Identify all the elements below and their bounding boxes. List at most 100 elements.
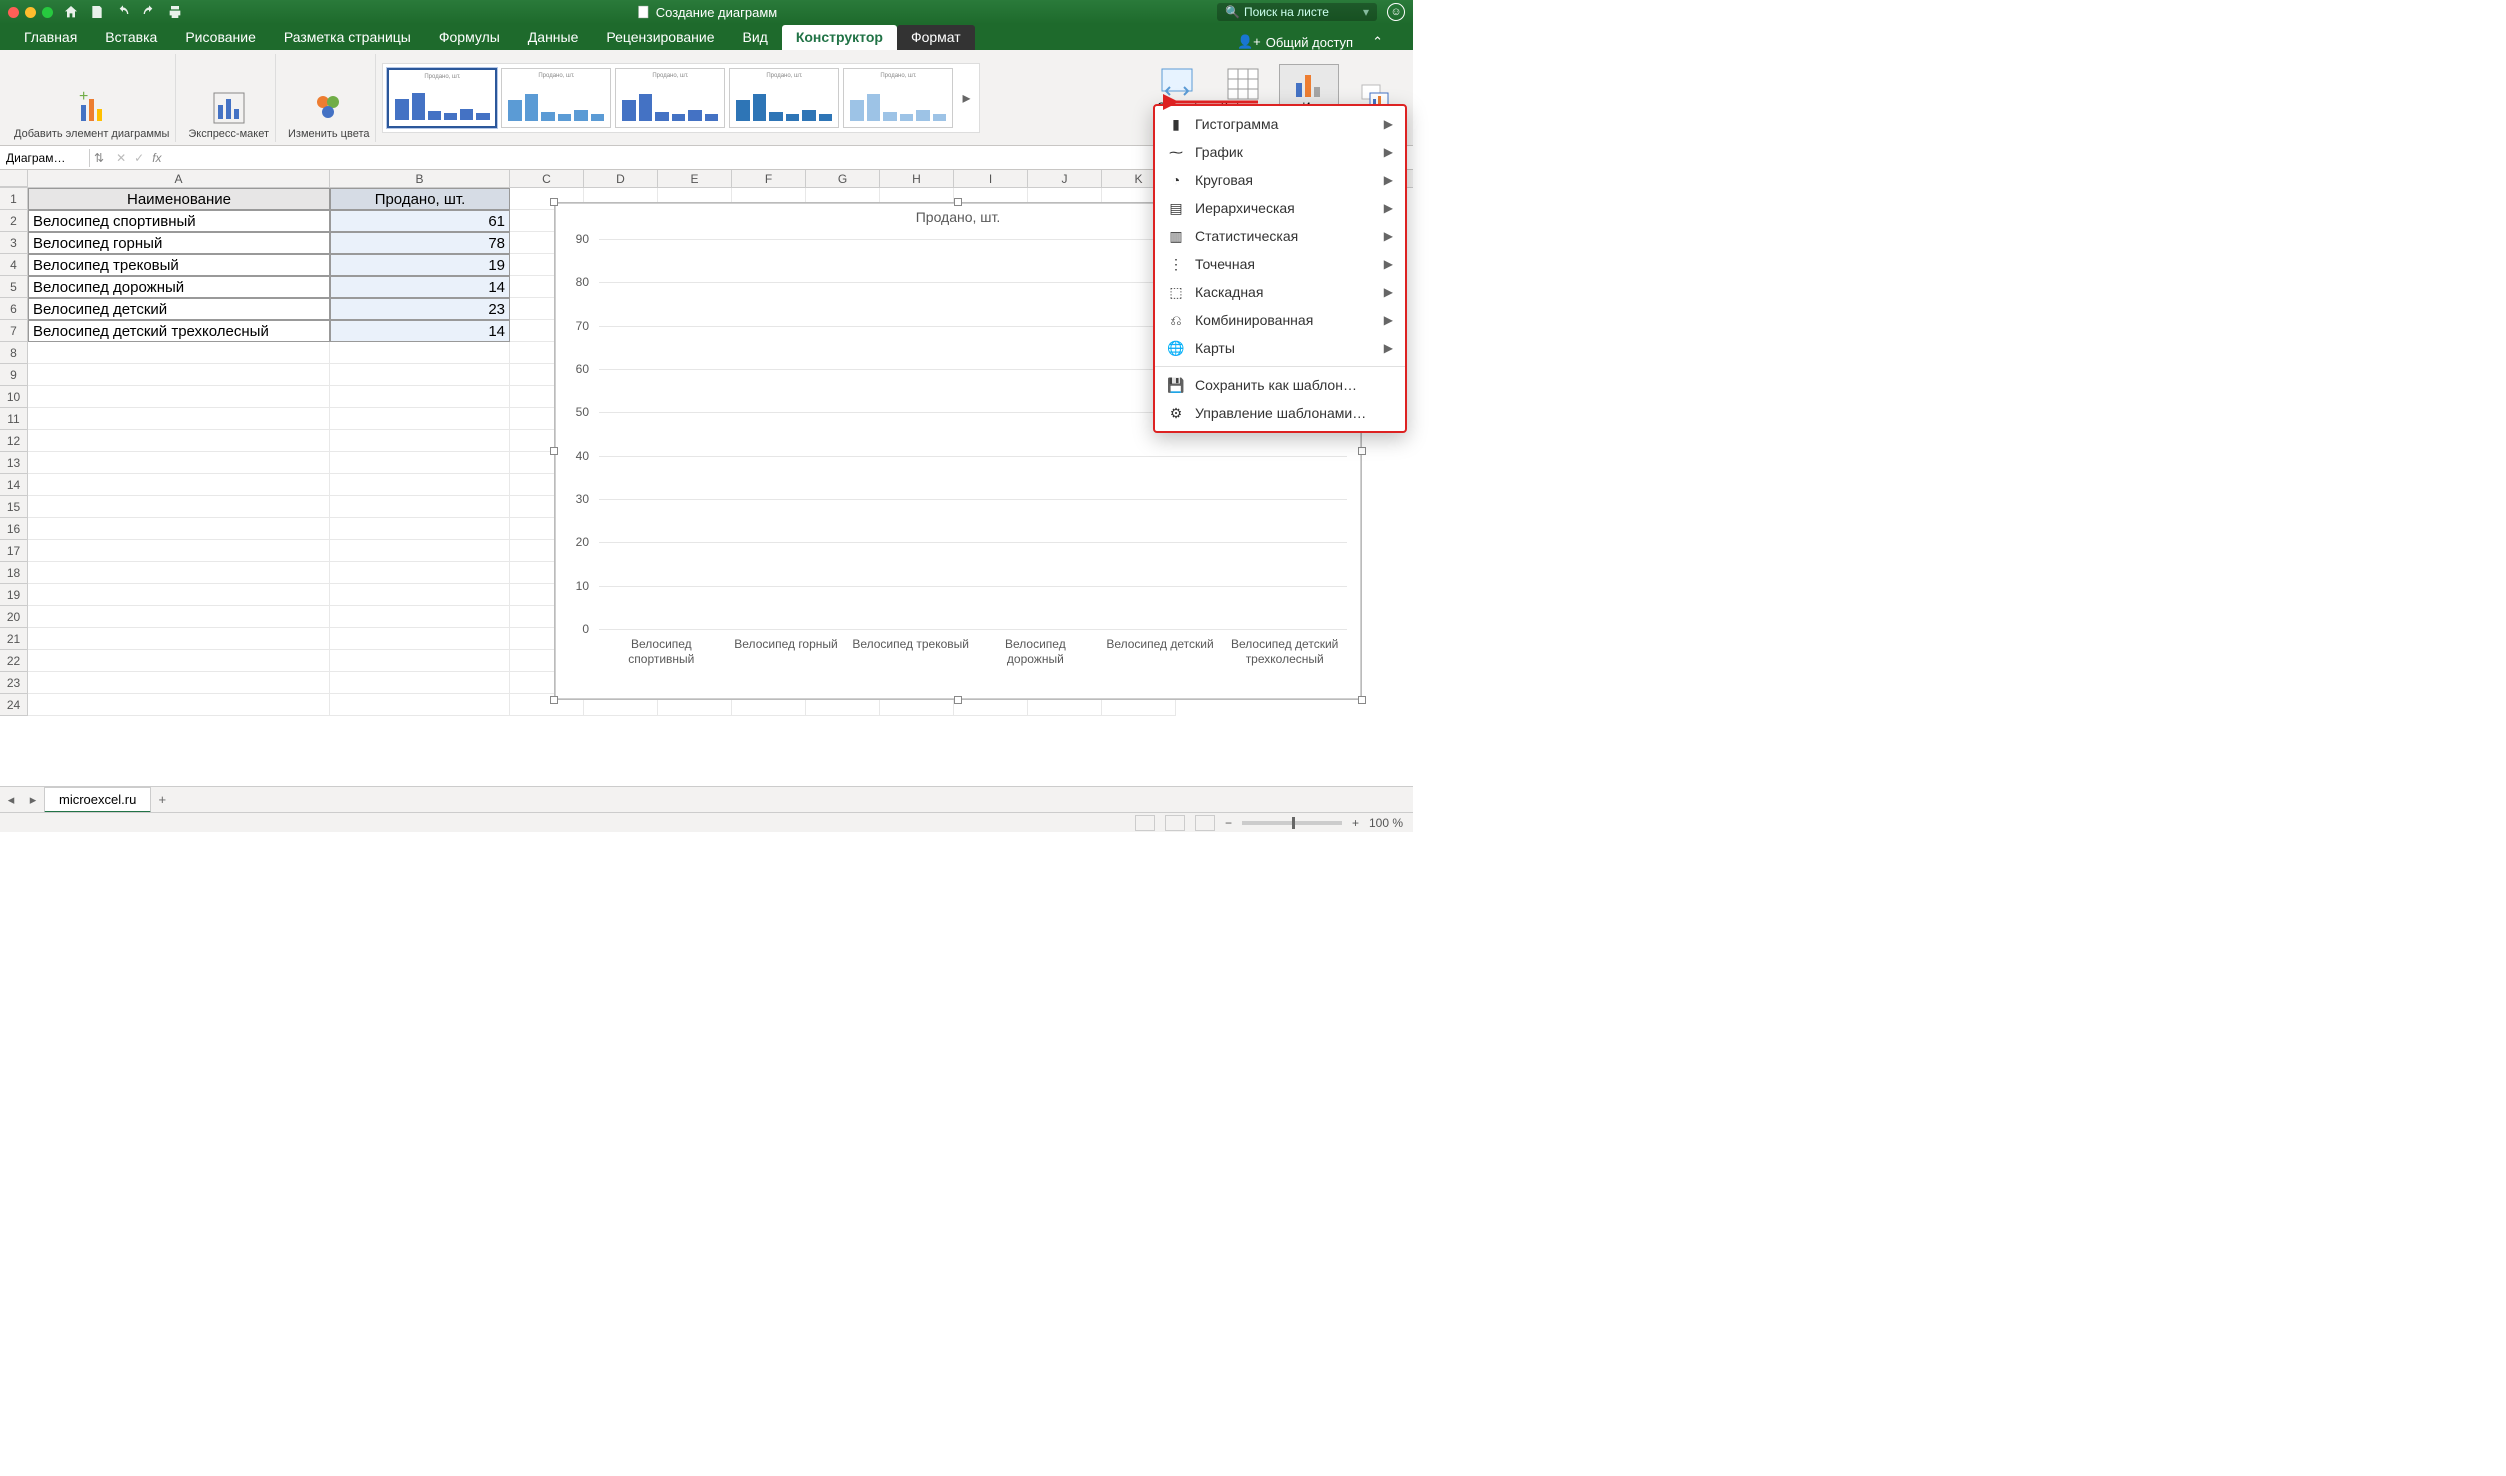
empty-cell[interactable]	[330, 584, 510, 606]
table-cell[interactable]: 19	[330, 254, 510, 276]
undo-icon[interactable]	[115, 4, 131, 20]
table-cell[interactable]: Велосипед детский	[28, 298, 330, 320]
row-header[interactable]: 16	[0, 518, 28, 540]
minimize-window-icon[interactable]	[25, 7, 36, 18]
row-header[interactable]: 19	[0, 584, 28, 606]
column-header[interactable]: C	[510, 170, 584, 187]
row-header[interactable]: 5	[0, 276, 28, 298]
column-header[interactable]: D	[584, 170, 658, 187]
redo-icon[interactable]	[141, 4, 157, 20]
chart-type-option[interactable]: ⁓График▶	[1155, 138, 1405, 166]
row-header[interactable]: 4	[0, 254, 28, 276]
zoom-slider[interactable]	[1242, 821, 1342, 825]
zoom-in-icon[interactable]: +	[1352, 816, 1359, 830]
empty-cell[interactable]	[330, 606, 510, 628]
column-header[interactable]: B	[330, 170, 510, 187]
chart-type-option[interactable]: ⎌Комбинированная▶	[1155, 306, 1405, 334]
tab-insert[interactable]: Вставка	[91, 25, 171, 50]
chart-style-1[interactable]: Продано, шт.	[387, 68, 497, 128]
table-cell[interactable]: Велосипед спортивный	[28, 210, 330, 232]
empty-cell[interactable]	[28, 342, 330, 364]
row-header[interactable]: 11	[0, 408, 28, 430]
tab-layout[interactable]: Разметка страницы	[270, 25, 425, 50]
chart-style-3[interactable]: Продано, шт.	[615, 68, 725, 128]
row-header[interactable]: 1	[0, 188, 28, 210]
empty-cell[interactable]	[330, 694, 510, 716]
row-header[interactable]: 15	[0, 496, 28, 518]
table-cell[interactable]: 61	[330, 210, 510, 232]
empty-cell[interactable]	[330, 540, 510, 562]
column-header[interactable]: H	[880, 170, 954, 187]
empty-cell[interactable]	[330, 672, 510, 694]
empty-cell[interactable]	[330, 650, 510, 672]
chart-type-option[interactable]: ▮Гистограмма▶	[1155, 110, 1405, 138]
template-option[interactable]: ⚙Управление шаблонами…	[1155, 399, 1405, 427]
tab-view[interactable]: Вид	[729, 25, 782, 50]
print-icon[interactable]	[167, 4, 183, 20]
chart-styles-gallery[interactable]: Продано, шт. Продано, шт. Продано, шт. П…	[382, 63, 980, 133]
row-header[interactable]: 7	[0, 320, 28, 342]
column-header[interactable]: A	[28, 170, 330, 187]
column-header[interactable]: E	[658, 170, 732, 187]
add-chart-element-button[interactable]: + Добавить элемент диаграммы	[8, 54, 176, 142]
empty-cell[interactable]	[28, 628, 330, 650]
empty-cell[interactable]	[330, 452, 510, 474]
empty-cell[interactable]	[330, 408, 510, 430]
chart-type-option[interactable]: ▥Статистическая▶	[1155, 222, 1405, 250]
quick-layout-button[interactable]: Экспресс-макет	[182, 54, 276, 142]
save-icon[interactable]	[89, 4, 105, 20]
tab-data[interactable]: Данные	[514, 25, 593, 50]
empty-cell[interactable]	[28, 452, 330, 474]
close-window-icon[interactable]	[8, 7, 19, 18]
cancel-formula-icon[interactable]: ✕	[116, 151, 126, 165]
empty-cell[interactable]	[28, 672, 330, 694]
empty-cell[interactable]	[28, 386, 330, 408]
chart-style-4[interactable]: Продано, шт.	[729, 68, 839, 128]
empty-cell[interactable]	[330, 496, 510, 518]
empty-cell[interactable]	[330, 474, 510, 496]
empty-cell[interactable]	[28, 694, 330, 716]
empty-cell[interactable]	[330, 386, 510, 408]
table-cell[interactable]: Велосипед горный	[28, 232, 330, 254]
row-header[interactable]: 17	[0, 540, 28, 562]
gallery-next-icon[interactable]: ▸	[957, 68, 975, 128]
row-header[interactable]: 22	[0, 650, 28, 672]
column-header[interactable]: J	[1028, 170, 1102, 187]
table-cell[interactable]: 14	[330, 320, 510, 342]
row-header[interactable]: 8	[0, 342, 28, 364]
column-header[interactable]: G	[806, 170, 880, 187]
row-header[interactable]: 20	[0, 606, 28, 628]
empty-cell[interactable]	[28, 562, 330, 584]
empty-cell[interactable]	[28, 584, 330, 606]
empty-cell[interactable]	[28, 518, 330, 540]
empty-cell[interactable]	[330, 628, 510, 650]
collapse-ribbon-icon[interactable]: ⌃	[1372, 34, 1383, 50]
table-cell[interactable]: 78	[330, 232, 510, 254]
empty-cell[interactable]	[28, 650, 330, 672]
empty-cell[interactable]	[28, 474, 330, 496]
table-cell[interactable]: 23	[330, 298, 510, 320]
empty-cell[interactable]	[330, 364, 510, 386]
row-header[interactable]: 18	[0, 562, 28, 584]
empty-cell[interactable]	[330, 562, 510, 584]
window-controls[interactable]	[8, 7, 53, 18]
row-header[interactable]: 13	[0, 452, 28, 474]
row-header[interactable]: 24	[0, 694, 28, 716]
feedback-icon[interactable]: ☺	[1387, 3, 1405, 21]
empty-cell[interactable]	[330, 430, 510, 452]
row-header[interactable]: 14	[0, 474, 28, 496]
select-all-corner[interactable]	[0, 170, 28, 187]
page-layout-view-icon[interactable]	[1165, 815, 1185, 831]
empty-cell[interactable]	[28, 430, 330, 452]
column-header[interactable]: F	[732, 170, 806, 187]
empty-cell[interactable]	[28, 540, 330, 562]
template-option[interactable]: 💾Сохранить как шаблон…	[1155, 371, 1405, 399]
chart-type-option[interactable]: ▤Иерархическая▶	[1155, 194, 1405, 222]
tab-chart-design[interactable]: Конструктор	[782, 25, 897, 50]
tab-review[interactable]: Рецензирование	[592, 25, 728, 50]
column-header[interactable]: I	[954, 170, 1028, 187]
namebox-dropdown-icon[interactable]: ⇅	[90, 151, 108, 165]
sheet-tab[interactable]: microexcel.ru	[44, 787, 151, 813]
page-break-view-icon[interactable]	[1195, 815, 1215, 831]
search-field[interactable]: 🔍 Поиск на листе ▾	[1217, 3, 1377, 21]
